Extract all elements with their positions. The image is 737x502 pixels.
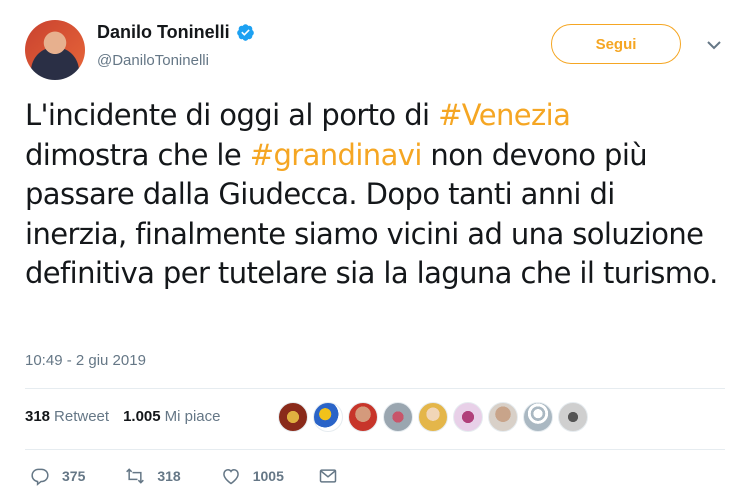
reply-button[interactable]: 375 — [30, 466, 85, 486]
liker-avatar[interactable] — [418, 402, 448, 432]
tweet-text-segment: L'incidente di oggi al porto di — [25, 98, 439, 132]
liker-avatar[interactable] — [348, 402, 378, 432]
like-count[interactable]: 1.005 — [123, 408, 161, 425]
retweet-count[interactable]: 318 — [25, 408, 50, 425]
retweet-action-count: 318 — [157, 468, 181, 484]
divider — [25, 388, 725, 389]
retweet-button[interactable]: 318 — [125, 466, 181, 486]
liker-avatar[interactable] — [453, 402, 483, 432]
hashtag-grandinavi-link[interactable]: #grandinavi — [250, 138, 423, 172]
tweet-actions: 375 318 1005 — [30, 466, 350, 486]
like-action-count: 1005 — [252, 468, 284, 484]
engagement-stats: 318 Retweet 1.005 Mi piace — [25, 408, 220, 425]
divider — [25, 449, 725, 450]
hashtag-venezia-link[interactable]: #Venezia — [438, 98, 571, 132]
like-label[interactable]: Mi piace — [165, 408, 221, 425]
reply-icon — [31, 468, 49, 486]
envelope-icon — [319, 469, 337, 483]
liker-avatar[interactable] — [313, 402, 343, 432]
retweet-icon — [126, 468, 145, 484]
liker-avatar[interactable] — [383, 402, 413, 432]
tweet-text: L'incidente di oggi al porto di #Venezia… — [25, 96, 725, 294]
like-button[interactable]: 1005 — [221, 466, 284, 486]
follow-button[interactable]: Segui — [551, 24, 681, 64]
avatar[interactable] — [25, 20, 85, 80]
tweet-timestamp[interactable]: 10:49 - 2 giu 2019 — [25, 352, 146, 369]
liker-avatar[interactable] — [558, 402, 588, 432]
heart-icon — [222, 468, 239, 485]
author-handle[interactable]: @DaniloToninelli — [97, 52, 209, 69]
chevron-down-icon[interactable] — [707, 40, 721, 50]
liker-avatar[interactable] — [488, 402, 518, 432]
author-name[interactable]: Danilo Toninelli — [97, 22, 230, 43]
liker-avatars — [278, 402, 593, 432]
tweet-text-segment: dimostra che le — [25, 137, 250, 172]
liker-avatar[interactable] — [278, 402, 308, 432]
author-row: Danilo Toninelli — [97, 22, 255, 43]
liker-avatar[interactable] — [523, 402, 553, 432]
direct-message-button[interactable] — [318, 466, 350, 486]
verified-badge-icon — [236, 24, 254, 41]
reply-count: 375 — [62, 468, 86, 484]
retweet-label[interactable]: Retweet — [54, 408, 109, 425]
